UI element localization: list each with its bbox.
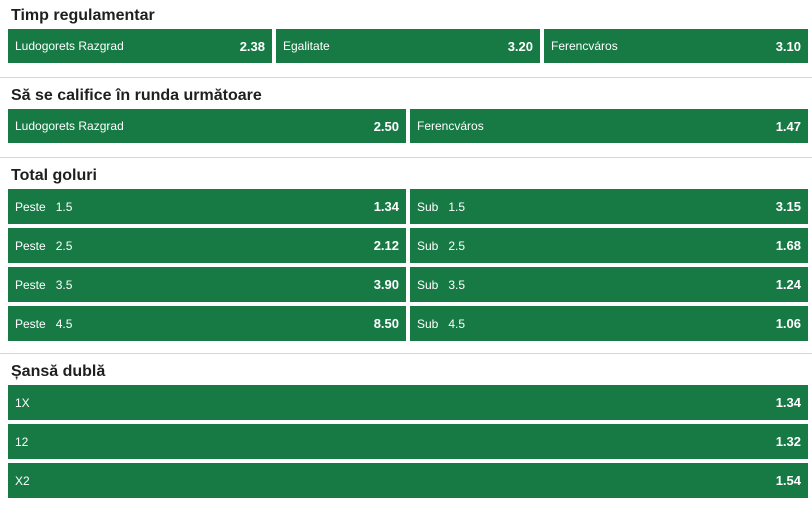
selection-label: Ferencváros xyxy=(417,119,484,133)
selection-label: Peste 1.5 xyxy=(15,199,73,214)
selection-odd: 1.24 xyxy=(775,277,801,292)
selection-label: Ludogorets Razgrad xyxy=(15,39,124,53)
selection-label: Sub 1.5 xyxy=(417,199,466,214)
selection-row: Peste 4.5 8.50 Sub 4.5 1.06 xyxy=(0,306,812,341)
selection-label: 1X xyxy=(15,395,30,410)
market-calificare: Să se califice în runda următoare Ludogo… xyxy=(0,80,812,158)
selection-odd: 3.15 xyxy=(775,199,801,214)
market-title: Total goluri xyxy=(11,167,97,184)
selection-label: Sub 4.5 xyxy=(417,316,466,331)
selection-label: Peste 4.5 xyxy=(15,316,73,331)
selection-label: Peste 2.5 xyxy=(15,238,73,253)
selection-odd: 1.47 xyxy=(775,118,801,134)
market-timp-regulamentar: Timp regulamentar Ludogorets Razgrad 2.3… xyxy=(0,0,812,78)
selection-over-3-5[interactable]: Peste 3.5 3.90 xyxy=(8,267,406,302)
selection-under-4-5[interactable]: Sub 4.5 1.06 xyxy=(410,306,808,341)
selection-over-2-5[interactable]: Peste 2.5 2.12 xyxy=(8,228,406,263)
selection-label: Sub 2.5 xyxy=(417,238,466,253)
selection-under-1-5[interactable]: Sub 1.5 3.15 xyxy=(410,189,808,224)
selection-row: Peste 1.5 1.34 Sub 1.5 3.15 xyxy=(0,189,812,224)
selection-odd: 1.54 xyxy=(775,473,801,488)
selection-odd: 3.20 xyxy=(507,38,533,54)
selection-odd: 3.10 xyxy=(775,38,801,54)
selection-odd: 2.12 xyxy=(373,238,399,253)
selection-row: 1X 1.34 xyxy=(0,385,812,420)
selection-odd: 2.38 xyxy=(239,38,265,54)
selection-x2[interactable]: X2 1.54 xyxy=(8,463,808,498)
selection-home-win[interactable]: Ludogorets Razgrad 2.38 xyxy=(8,29,272,63)
selection-label: 12 xyxy=(15,434,29,449)
selection-away-win[interactable]: Ferencváros 3.10 xyxy=(544,29,808,63)
market-total-goluri: Total goluri Peste 1.5 1.34 Sub 1.5 3.15 P… xyxy=(0,160,812,354)
selection-12[interactable]: 12 1.32 xyxy=(8,424,808,459)
selection-away-qualify[interactable]: Ferencváros 1.47 xyxy=(410,109,808,143)
market-sansa-dubla: Șansă dublă 1X 1.34 12 1.32 X2 1.54 xyxy=(0,356,812,498)
selection-home-qualify[interactable]: Ludogorets Razgrad 2.50 xyxy=(8,109,406,143)
market-title: Să se califice în runda următoare xyxy=(11,87,262,104)
selection-1x[interactable]: 1X 1.34 xyxy=(8,385,808,420)
selection-odd: 8.50 xyxy=(373,316,399,331)
selection-label: Peste 3.5 xyxy=(15,277,73,292)
selection-under-2-5[interactable]: Sub 2.5 1.68 xyxy=(410,228,808,263)
divider xyxy=(0,77,812,78)
selection-under-3-5[interactable]: Sub 3.5 1.24 xyxy=(410,267,808,302)
divider xyxy=(0,353,812,354)
selection-row: Peste 2.5 2.12 Sub 2.5 1.68 xyxy=(0,228,812,263)
selection-row: Ludogorets Razgrad 2.50 Ferencváros 1.47 xyxy=(0,109,812,143)
selection-row: 12 1.32 xyxy=(0,424,812,459)
selection-over-1-5[interactable]: Peste 1.5 1.34 xyxy=(8,189,406,224)
selection-row: X2 1.54 xyxy=(0,463,812,498)
market-title: Timp regulamentar xyxy=(11,7,155,24)
selection-over-4-5[interactable]: Peste 4.5 8.50 xyxy=(8,306,406,341)
selection-row: Peste 3.5 3.90 Sub 3.5 1.24 xyxy=(0,267,812,302)
selection-odd: 1.68 xyxy=(775,238,801,253)
selection-odd: 1.34 xyxy=(373,199,399,214)
selection-label: X2 xyxy=(15,473,30,488)
market-title: Șansă dublă xyxy=(11,363,106,380)
selection-odd: 2.50 xyxy=(373,118,399,134)
selection-label: Ferencváros xyxy=(551,39,618,53)
selection-label: Ludogorets Razgrad xyxy=(15,119,124,133)
divider xyxy=(0,157,812,158)
selection-draw[interactable]: Egalitate 3.20 xyxy=(276,29,540,63)
selection-row: Ludogorets Razgrad 2.38 Egalitate 3.20 F… xyxy=(0,29,812,63)
selection-odd: 1.32 xyxy=(775,434,801,449)
selection-odd: 1.34 xyxy=(775,395,801,410)
selection-odd: 3.90 xyxy=(373,277,399,292)
selection-label: Sub 3.5 xyxy=(417,277,466,292)
selection-label: Egalitate xyxy=(283,39,330,53)
selection-odd: 1.06 xyxy=(775,316,801,331)
